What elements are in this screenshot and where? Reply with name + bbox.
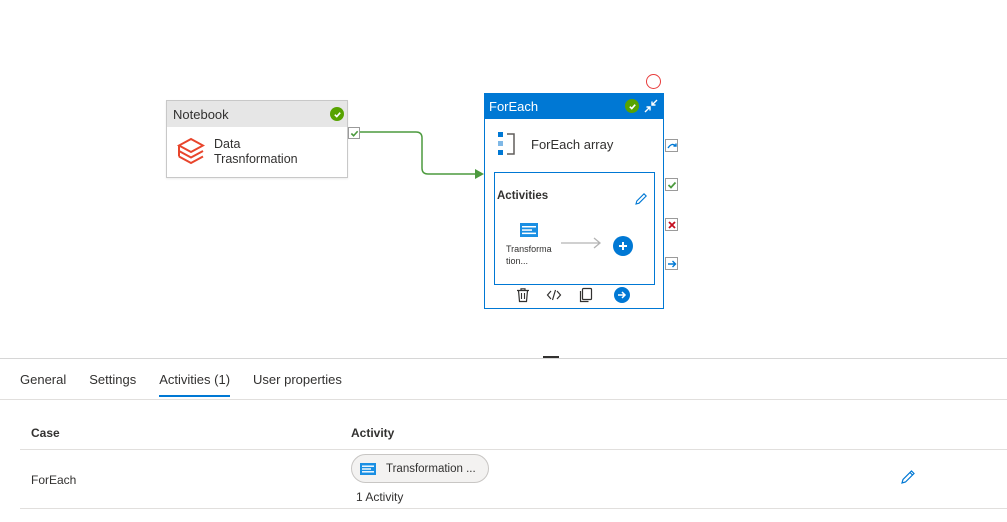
- edit-pencil-icon[interactable]: [634, 192, 648, 206]
- foreach-node-subtitle: ForEach array: [531, 136, 614, 152]
- notebook-activity-node[interactable]: Notebook Data Trasnformation: [166, 100, 348, 178]
- activity-pill[interactable]: Transformation ...: [351, 454, 489, 483]
- notebook-node-title: Notebook: [173, 106, 229, 122]
- dataflow-activity-icon: [360, 462, 376, 475]
- notebook-node-header: Notebook: [167, 101, 347, 127]
- column-header-case: Case: [31, 426, 60, 440]
- table-row-divider: [20, 508, 1007, 509]
- column-header-activity: Activity: [351, 426, 395, 440]
- dataflow-activity-icon: [520, 223, 538, 237]
- notebook-node-label: Data Trasnformation: [214, 137, 298, 167]
- splitter-handle[interactable]: [543, 356, 559, 358]
- plus-icon: [619, 242, 627, 250]
- inner-activity-label[interactable]: Transforma tion...: [506, 243, 562, 267]
- error-status-circle-icon[interactable]: [646, 74, 661, 89]
- add-activity-button[interactable]: [613, 236, 633, 256]
- inner-flow-arrow-icon: [561, 237, 602, 249]
- delete-icon[interactable]: [515, 287, 531, 303]
- activity-pill-label: Transformation ...: [386, 462, 476, 475]
- inner-activity-label-line2: tion...: [506, 256, 529, 266]
- copy-icon[interactable]: [578, 287, 594, 303]
- on-completion-connector-button[interactable]: [665, 257, 678, 270]
- notebook-label-line1: Data: [214, 137, 241, 151]
- check-icon: [667, 181, 676, 189]
- foreach-node-title: ForEach: [489, 99, 539, 114]
- activity-count: 1 Activity: [356, 490, 404, 504]
- success-check-icon: [330, 107, 344, 121]
- panel-splitter[interactable]: [0, 358, 1007, 359]
- tab-general[interactable]: General: [20, 372, 66, 397]
- tabs-divider: [0, 399, 1007, 400]
- databricks-icon: [177, 137, 205, 165]
- skip-icon: [666, 143, 677, 148]
- tab-user-properties[interactable]: User properties: [253, 372, 342, 397]
- arrow-right-icon: [667, 260, 676, 267]
- on-failure-connector-button[interactable]: [665, 218, 678, 231]
- edit-pencil-icon[interactable]: [900, 469, 916, 485]
- foreach-node-toolbar: [485, 284, 663, 308]
- pipeline-canvas[interactable]: Notebook Data Trasnformation ForEach For…: [0, 0, 1007, 358]
- table-cell-case: ForEach: [31, 473, 77, 487]
- notebook-label-line2: Trasnformation: [214, 152, 298, 166]
- go-to-activity-button[interactable]: [614, 287, 630, 303]
- activities-title: Activities: [497, 190, 549, 202]
- success-connection-arrow: [360, 131, 484, 179]
- foreach-activity-node[interactable]: ForEach ForEach array Activities Transfo…: [484, 93, 664, 309]
- on-skip-connector-button[interactable]: [665, 139, 678, 152]
- x-icon: [667, 220, 676, 229]
- properties-tabs: General Settings Activities (1) User pro…: [20, 372, 365, 397]
- arrow-right-icon: [618, 291, 627, 299]
- inner-activity-label-line1: Transforma: [506, 244, 552, 254]
- collapse-icon[interactable]: [644, 99, 658, 113]
- foreach-node-header: ForEach: [485, 94, 663, 119]
- foreach-activities-container[interactable]: Activities Transforma tion...: [494, 172, 655, 285]
- tab-settings[interactable]: Settings: [89, 372, 136, 397]
- code-icon[interactable]: [546, 287, 562, 303]
- success-check-icon: [625, 99, 639, 113]
- foreach-icon: [498, 132, 515, 155]
- table-header-divider: [20, 449, 1007, 450]
- on-success-connector-button[interactable]: [665, 178, 678, 191]
- tab-activities[interactable]: Activities (1): [159, 372, 230, 397]
